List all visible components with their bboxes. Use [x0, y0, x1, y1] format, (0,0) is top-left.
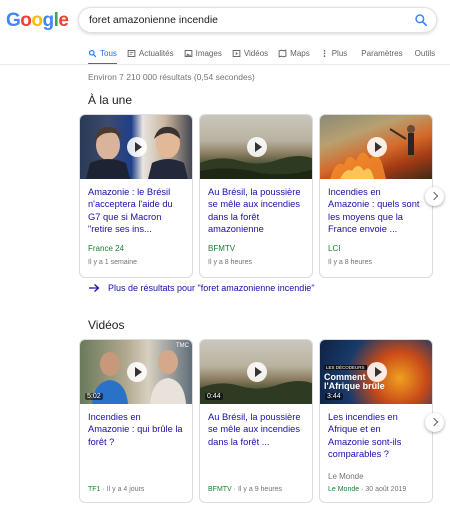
video-source: Le Monde · 30 août 2019 — [328, 486, 407, 493]
news-title[interactable]: Amazonie : le Brésil n'acceptera l'aide … — [88, 186, 184, 236]
news-card[interactable]: Incendies en Amazonie : quels sont les m… — [319, 114, 433, 278]
news-time: Il y a 8 heures — [208, 258, 252, 266]
play-icon — [247, 362, 267, 382]
video-publisher: Le Monde — [328, 472, 364, 481]
video-source-name: BFMTV — [208, 486, 232, 493]
image-icon — [184, 49, 192, 57]
videos-carousel: TMC 5:02 Incendies en Amazonie : qui brû… — [79, 339, 439, 503]
play-icon — [127, 137, 147, 157]
video-time: 30 août 2019 — [365, 486, 407, 493]
play-icon — [367, 137, 387, 157]
video-title[interactable]: Au Brésil, la poussière se mêle aux ince… — [208, 411, 304, 448]
top-stories-title: À la une — [88, 93, 133, 107]
arrow-right-icon — [89, 284, 100, 292]
video-duration: 0:44 — [205, 393, 223, 400]
more-results-link[interactable]: Plus de résultats pour "foret amazonienn… — [88, 283, 315, 293]
tab-label: Images — [195, 48, 222, 58]
result-stats: Environ 7 210 000 résultats (0,54 second… — [88, 72, 255, 82]
divider — [0, 64, 450, 65]
tab-label: Plus — [331, 48, 348, 58]
news-thumbnail[interactable] — [320, 115, 432, 179]
video-card[interactable]: LES DÉCODEURS Comment l'Afrique brûle 3:… — [319, 339, 433, 503]
news-card[interactable]: Amazonie : le Brésil n'acceptera l'aide … — [79, 114, 193, 278]
tab-label: Actualités — [138, 48, 174, 58]
play-icon — [367, 362, 387, 382]
news-title[interactable]: Au Brésil, la poussière se mêle aux ince… — [208, 186, 304, 236]
video-duration: 5:02 — [85, 393, 103, 400]
more-results-label: Plus de résultats pour "foret amazonienn… — [108, 283, 315, 293]
top-stories-carousel: Amazonie : le Brésil n'acceptera l'aide … — [79, 114, 439, 278]
tab-tools[interactable]: Outils — [415, 45, 435, 61]
video-source-name: TF1 — [88, 486, 101, 493]
news-source: LCI — [328, 243, 341, 253]
video-source: BFMTV · Il y a 9 heures — [208, 486, 282, 493]
search-box — [78, 7, 437, 33]
news-thumbnail[interactable] — [80, 115, 192, 179]
tab-label: Paramètres — [361, 48, 403, 58]
google-logo[interactable]: Google — [6, 10, 69, 32]
search-icon[interactable] — [414, 13, 428, 27]
tab-label: Tous — [100, 48, 117, 58]
news-time: Il y a 1 semaine — [88, 258, 138, 266]
tab-videos[interactable]: Vidéos — [232, 45, 268, 61]
play-icon — [127, 362, 147, 382]
overlay-badge: LES DÉCODEURS — [324, 365, 367, 370]
news-title[interactable]: Incendies en Amazonie : quels sont les m… — [328, 186, 424, 236]
tab-news[interactable]: Actualités — [127, 45, 174, 61]
video-thumbnail[interactable]: 0:44 — [200, 340, 312, 404]
news-card[interactable]: Au Brésil, la poussière se mêle aux ince… — [199, 114, 313, 278]
news-time: Il y a 8 heures — [328, 258, 372, 266]
map-icon — [278, 48, 287, 58]
video-thumbnail[interactable]: TMC 5:02 — [80, 340, 192, 404]
news-source: France 24 — [88, 243, 125, 253]
tab-all[interactable]: Tous — [88, 45, 117, 65]
video-title[interactable]: Les incendies en Afrique et en Amazonie … — [328, 411, 424, 461]
tab-maps[interactable]: Maps — [278, 45, 310, 61]
video-icon — [232, 49, 241, 57]
news-thumbnail[interactable] — [200, 115, 312, 179]
video-card[interactable]: TMC 5:02 Incendies en Amazonie : qui brû… — [79, 339, 193, 503]
video-duration: 3:44 — [325, 393, 343, 400]
news-icon — [127, 49, 136, 57]
search-tabs: Tous Actualités Images Vidéos Maps Plus … — [88, 45, 445, 65]
videos-title: Vidéos — [88, 318, 125, 332]
channel-badge: TMC — [176, 343, 189, 349]
video-source: TF1 · Il y a 4 jours — [88, 486, 145, 493]
video-title[interactable]: Incendies en Amazonie : qui brûle la for… — [88, 411, 184, 448]
carousel-next-button[interactable] — [425, 413, 444, 432]
video-thumbnail[interactable]: LES DÉCODEURS Comment l'Afrique brûle 3:… — [320, 340, 432, 404]
video-time: Il y a 9 heures — [237, 486, 282, 493]
search-input[interactable] — [89, 11, 399, 29]
more-vert-icon — [323, 49, 326, 57]
tab-settings[interactable]: Paramètres — [361, 45, 402, 61]
video-card[interactable]: 0:44 Au Brésil, la poussière se mêle aux… — [199, 339, 313, 503]
carousel-next-button[interactable] — [425, 187, 444, 206]
tab-label: Outils — [414, 48, 436, 58]
video-source-name: Le Monde — [328, 486, 360, 493]
tab-more[interactable]: Plus — [320, 45, 348, 61]
search-icon — [88, 49, 97, 57]
tab-label: Maps — [290, 48, 310, 58]
tab-label: Vidéos — [243, 48, 269, 58]
video-time: Il y a 4 jours — [106, 486, 145, 493]
play-icon — [247, 137, 267, 157]
news-source: BFMTV — [208, 243, 236, 253]
tab-images[interactable]: Images — [184, 45, 222, 61]
